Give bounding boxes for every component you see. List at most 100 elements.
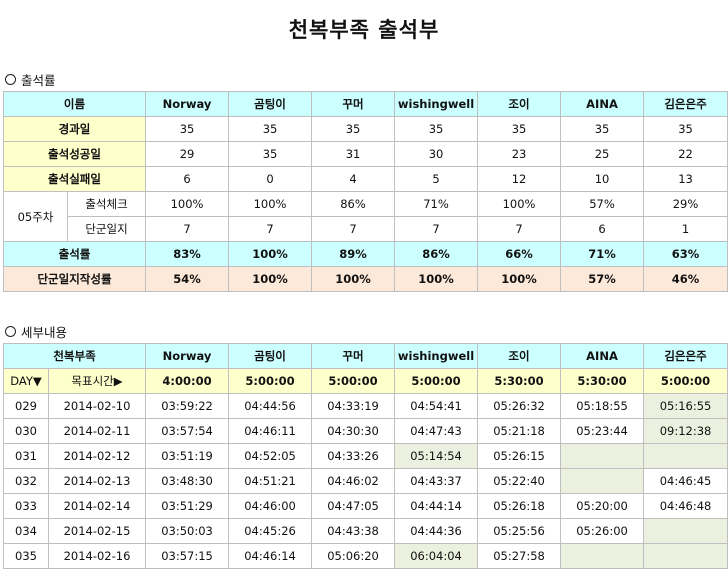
time-cell: 05:26:15	[477, 443, 562, 469]
value-cell: 7	[145, 216, 230, 242]
time-cell: 05:22:40	[477, 468, 562, 494]
rate-cell: 100%	[228, 241, 313, 267]
week-label: 05주차	[3, 191, 68, 242]
day-cell: 030	[3, 418, 49, 444]
value-cell: 7	[477, 216, 562, 242]
time-cell: 03:48:30	[145, 468, 230, 494]
time-cell: 04:46:02	[311, 468, 396, 494]
target-time: 5:00:00	[394, 368, 479, 394]
day-cell: 029	[3, 393, 49, 419]
target-label: 목표시간▶	[47, 368, 147, 394]
value-cell: 1	[643, 216, 728, 242]
time-cell: 05:26:32	[477, 393, 562, 419]
member-name: AINA	[560, 343, 645, 369]
time-cell: 04:33:26	[311, 443, 396, 469]
time-cell: 04:46:14	[228, 543, 313, 569]
time-cell: 05:25:56	[477, 518, 562, 544]
attendance-section-title: 출석률	[5, 70, 56, 89]
rate-cell: 86%	[394, 241, 479, 267]
value-cell: 6	[560, 216, 645, 242]
value-cell: 6	[145, 166, 230, 192]
attendance-row: 경과일 35 35 35 35 35 35 35	[2, 116, 728, 142]
rate-cell: 89%	[311, 241, 396, 267]
rate-cell: 66%	[477, 241, 562, 267]
time-cell: 05:23:44	[560, 418, 645, 444]
time-cell: 04:52:05	[228, 443, 313, 469]
week-row: 05주차 출석체크 100% 100% 86% 71% 100% 57% 29%	[3, 191, 728, 242]
time-cell: 04:45:26	[228, 518, 313, 544]
journal-rate-row: 단군일지작성률 54% 100% 100% 100% 100% 57% 46%	[2, 266, 728, 292]
time-cell: 04:47:43	[394, 418, 479, 444]
target-time: 5:00:00	[643, 368, 728, 394]
value-cell: 35	[560, 116, 645, 142]
value-cell: 100%	[477, 191, 562, 217]
time-cell: 05:27:58	[477, 543, 562, 569]
rate-cell: 83%	[145, 241, 230, 267]
row-label: 단군일지	[66, 216, 147, 242]
row-label: 출석률	[2, 241, 147, 267]
time-cell: 05:16:55	[643, 393, 728, 419]
circle-icon	[5, 326, 16, 337]
target-row: DAY▼ 목표시간▶ 4:00:00 5:00:00 5:00:00 5:00:00 5:3…	[3, 368, 728, 394]
member-name: 조이	[477, 343, 562, 369]
value-cell: 35	[477, 116, 562, 142]
detail-section-title: 세부내용	[5, 322, 67, 341]
time-cell: 04:44:36	[394, 518, 479, 544]
time-cell: 05:21:18	[477, 418, 562, 444]
time-cell: 03:59:22	[145, 393, 230, 419]
date-cell: 2014-02-16	[47, 543, 147, 569]
time-cell: 04:44:14	[394, 493, 479, 519]
time-cell: 04:46:11	[228, 418, 313, 444]
value-cell: 23	[477, 141, 562, 167]
time-cell	[560, 443, 645, 469]
time-cell	[643, 543, 728, 569]
target-time: 5:30:00	[560, 368, 645, 394]
time-cell: 05:14:54	[394, 443, 479, 469]
rate-cell: 63%	[643, 241, 728, 267]
time-cell: 03:57:15	[145, 543, 230, 569]
date-cell: 2014-02-10	[47, 393, 147, 419]
target-time: 5:30:00	[477, 368, 562, 394]
rate-cell: 71%	[560, 241, 645, 267]
time-cell: 03:57:54	[145, 418, 230, 444]
day-cell: 035	[3, 543, 49, 569]
date-cell: 2014-02-12	[47, 443, 147, 469]
time-cell: 05:18:55	[560, 393, 645, 419]
value-cell: 35	[228, 116, 313, 142]
time-cell: 04:43:37	[394, 468, 479, 494]
time-cell: 04:51:21	[228, 468, 313, 494]
attendance-header-row: 이름 Norway 곰팅이 꾸머 wishingwell 조이 AINA 김은은주	[2, 91, 728, 117]
journal-rate-cell: 100%	[311, 266, 396, 292]
journal-rate-cell: 54%	[145, 266, 230, 292]
row-label: 출석실패일	[2, 166, 147, 192]
value-cell: 35	[145, 116, 230, 142]
time-cell	[560, 543, 645, 569]
time-cell	[643, 443, 728, 469]
value-cell: 25	[560, 141, 645, 167]
journal-rate-cell: 100%	[228, 266, 313, 292]
value-cell: 12	[477, 166, 562, 192]
time-cell: 03:50:03	[145, 518, 230, 544]
day-cell: 032	[3, 468, 49, 494]
value-cell: 7	[228, 216, 313, 242]
rate-row: 출석률 83% 100% 89% 86% 66% 71% 63%	[2, 241, 728, 267]
time-cell: 05:26:18	[477, 493, 562, 519]
value-cell: 35	[228, 141, 313, 167]
table-row: 034 2014-02-15 03:50:03 04:45:26 04:43:38 04:…	[3, 518, 728, 544]
value-cell: 7	[311, 216, 396, 242]
target-time: 5:00:00	[228, 368, 313, 394]
table-row: 032 2014-02-13 03:48:30 04:51:21 04:46:02 04:…	[3, 468, 728, 494]
table-row: 033 2014-02-14 03:51:29 04:46:00 04:47:05 04:…	[3, 493, 728, 519]
detail-table: 천복부족 Norway 곰팅이 꾸머 wishingwell 조이 AINA 김은은주 DAY▼…	[2, 343, 728, 569]
value-cell: 4	[311, 166, 396, 192]
table-row: 030 2014-02-11 03:57:54 04:46:11 04:30:30 04:…	[3, 418, 728, 444]
member-name: 꾸머	[311, 343, 396, 369]
value-cell: 71%	[394, 191, 479, 217]
group-header: 천복부족	[2, 343, 147, 369]
detail-header-row: 천복부족 Norway 곰팅이 꾸머 wishingwell 조이 AINA 김은은주	[2, 343, 728, 369]
member-name: wishingwell	[394, 91, 479, 117]
time-cell: 04:46:00	[228, 493, 313, 519]
time-cell: 03:51:19	[145, 443, 230, 469]
row-label: 경과일	[2, 116, 147, 142]
member-name: 김은은주	[643, 343, 728, 369]
